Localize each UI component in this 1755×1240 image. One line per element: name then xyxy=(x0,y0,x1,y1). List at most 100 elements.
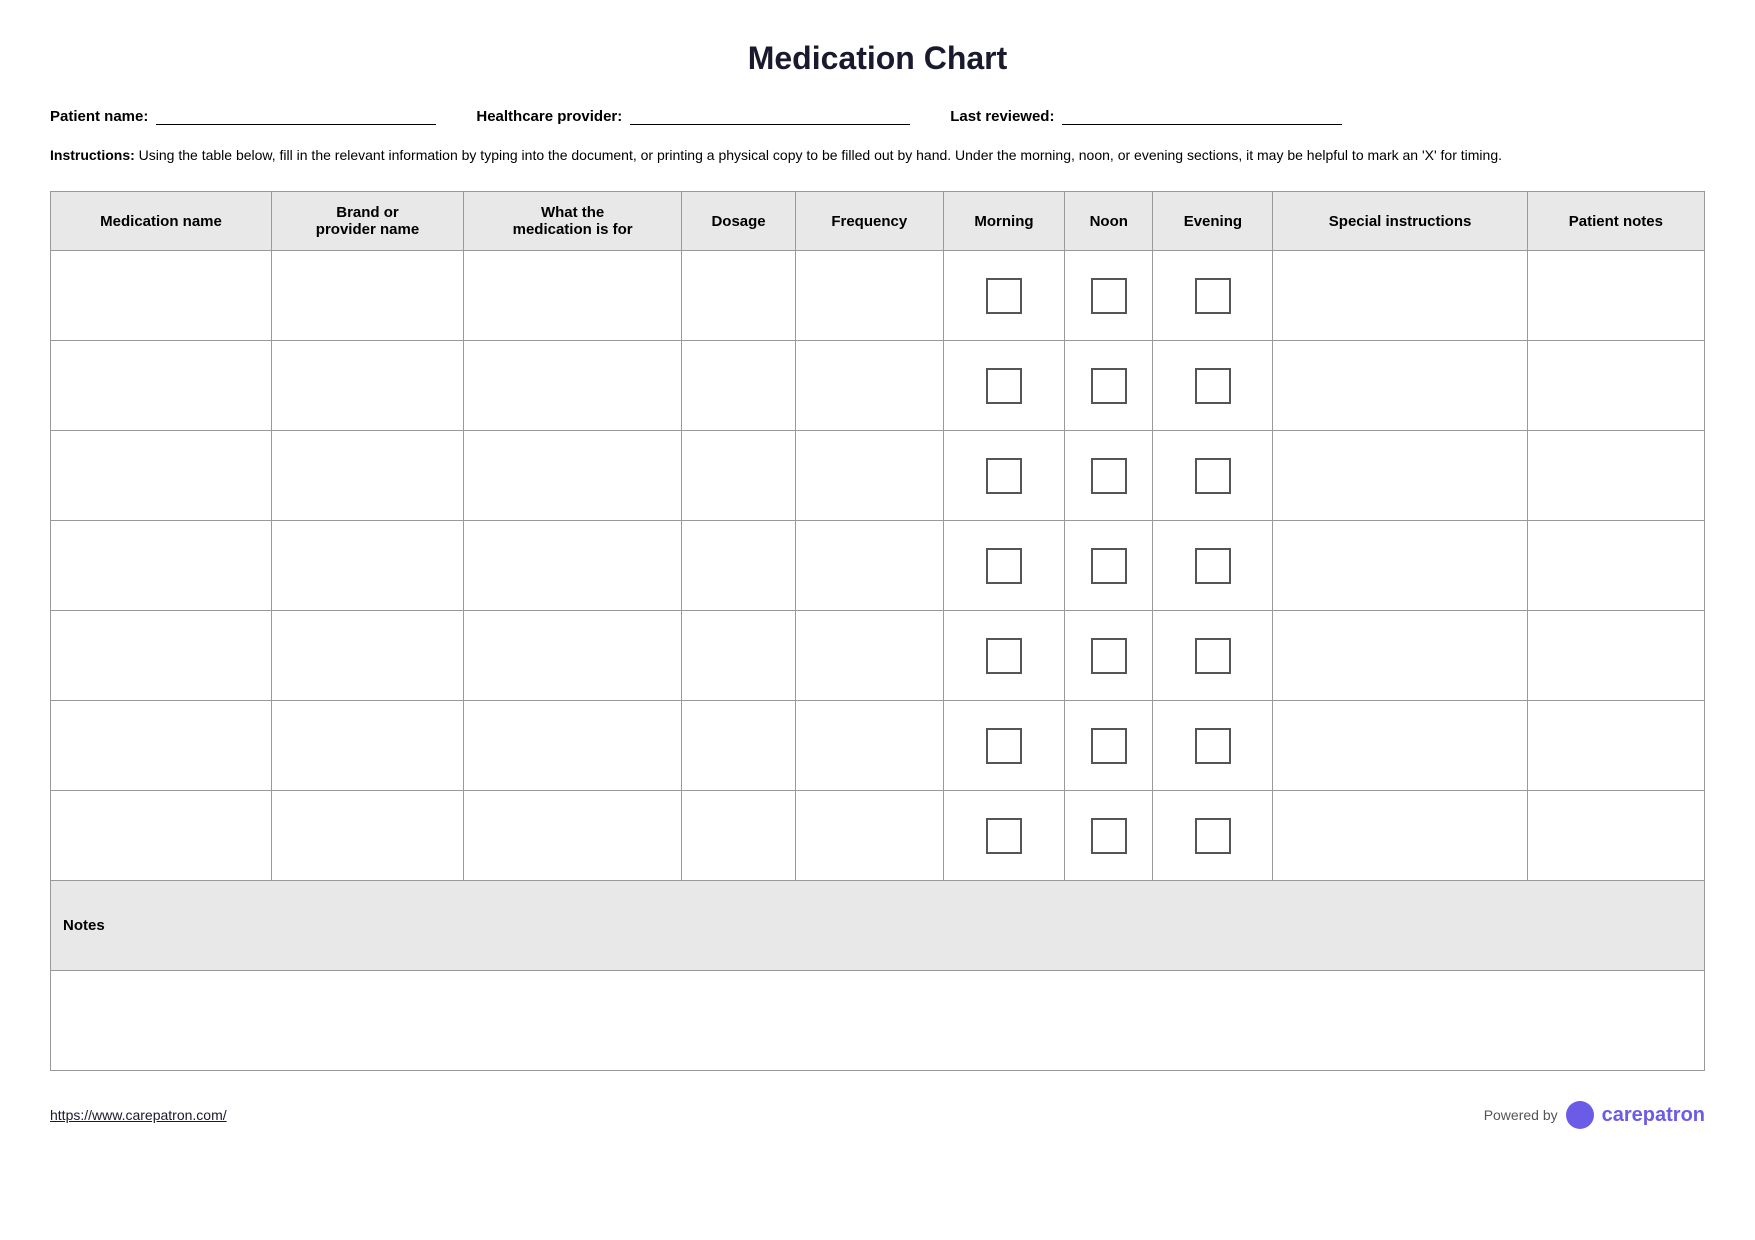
noon-checkbox[interactable] xyxy=(1091,458,1127,494)
morning-checkbox[interactable] xyxy=(986,368,1022,404)
cell-frequency[interactable] xyxy=(795,251,943,341)
cell-medication-name[interactable] xyxy=(51,611,272,701)
cell-brand-provider[interactable] xyxy=(272,791,464,881)
cell-patient-notes[interactable] xyxy=(1527,791,1704,881)
morning-checkbox[interactable] xyxy=(986,548,1022,584)
cell-special-instructions[interactable] xyxy=(1273,251,1527,341)
morning-checkbox[interactable] xyxy=(986,818,1022,854)
cell-medication-for[interactable] xyxy=(463,701,681,791)
cell-medication-name[interactable] xyxy=(51,341,272,431)
cell-medication-name[interactable] xyxy=(51,521,272,611)
cell-noon[interactable] xyxy=(1065,701,1153,791)
noon-checkbox[interactable] xyxy=(1091,728,1127,764)
cell-medication-for[interactable] xyxy=(463,251,681,341)
evening-checkbox[interactable] xyxy=(1195,548,1231,584)
healthcare-provider-field[interactable]: Healthcare provider: xyxy=(476,107,910,125)
cell-special-instructions[interactable] xyxy=(1273,791,1527,881)
morning-checkbox[interactable] xyxy=(986,278,1022,314)
healthcare-provider-line xyxy=(630,107,910,125)
noon-checkbox[interactable] xyxy=(1091,278,1127,314)
cell-frequency[interactable] xyxy=(795,611,943,701)
cell-medication-name[interactable] xyxy=(51,431,272,521)
notes-content-cell[interactable] xyxy=(51,971,1705,1071)
cell-frequency[interactable] xyxy=(795,701,943,791)
cell-special-instructions[interactable] xyxy=(1273,341,1527,431)
notes-label-row: Notes xyxy=(51,881,1705,971)
cell-morning[interactable] xyxy=(943,341,1064,431)
cell-medication-for[interactable] xyxy=(463,431,681,521)
cell-morning[interactable] xyxy=(943,791,1064,881)
cell-dosage[interactable] xyxy=(682,521,795,611)
cell-noon[interactable] xyxy=(1065,521,1153,611)
cell-evening[interactable] xyxy=(1153,341,1273,431)
evening-checkbox[interactable] xyxy=(1195,278,1231,314)
cell-dosage[interactable] xyxy=(682,791,795,881)
cell-evening[interactable] xyxy=(1153,701,1273,791)
cell-brand-provider[interactable] xyxy=(272,251,464,341)
evening-checkbox[interactable] xyxy=(1195,638,1231,674)
last-reviewed-field[interactable]: Last reviewed: xyxy=(950,107,1342,125)
cell-special-instructions[interactable] xyxy=(1273,431,1527,521)
table-row xyxy=(51,251,1705,341)
cell-special-instructions[interactable] xyxy=(1273,521,1527,611)
cell-brand-provider[interactable] xyxy=(272,611,464,701)
cell-evening[interactable] xyxy=(1153,791,1273,881)
carepatron-link[interactable]: https://www.carepatron.com/ xyxy=(50,1107,227,1123)
cell-frequency[interactable] xyxy=(795,341,943,431)
noon-checkbox[interactable] xyxy=(1091,818,1127,854)
cell-noon[interactable] xyxy=(1065,611,1153,701)
cell-patient-notes[interactable] xyxy=(1527,611,1704,701)
cell-brand-provider[interactable] xyxy=(272,341,464,431)
cell-patient-notes[interactable] xyxy=(1527,701,1704,791)
evening-checkbox[interactable] xyxy=(1195,728,1231,764)
cell-medication-name[interactable] xyxy=(51,251,272,341)
noon-checkbox[interactable] xyxy=(1091,638,1127,674)
evening-checkbox[interactable] xyxy=(1195,818,1231,854)
evening-checkbox[interactable] xyxy=(1195,368,1231,404)
cell-special-instructions[interactable] xyxy=(1273,611,1527,701)
cell-evening[interactable] xyxy=(1153,611,1273,701)
cell-morning[interactable] xyxy=(943,701,1064,791)
cell-medication-name[interactable] xyxy=(51,791,272,881)
cell-morning[interactable] xyxy=(943,431,1064,521)
cell-patient-notes[interactable] xyxy=(1527,521,1704,611)
cell-morning[interactable] xyxy=(943,251,1064,341)
cell-patient-notes[interactable] xyxy=(1527,341,1704,431)
cell-evening[interactable] xyxy=(1153,251,1273,341)
cell-dosage[interactable] xyxy=(682,701,795,791)
noon-checkbox[interactable] xyxy=(1091,548,1127,584)
cell-medication-for[interactable] xyxy=(463,791,681,881)
cell-medication-for[interactable] xyxy=(463,521,681,611)
cell-brand-provider[interactable] xyxy=(272,521,464,611)
morning-checkbox[interactable] xyxy=(986,458,1022,494)
morning-checkbox[interactable] xyxy=(986,638,1022,674)
cell-dosage[interactable] xyxy=(682,341,795,431)
cell-noon[interactable] xyxy=(1065,431,1153,521)
cell-frequency[interactable] xyxy=(795,431,943,521)
noon-checkbox[interactable] xyxy=(1091,368,1127,404)
cell-dosage[interactable] xyxy=(682,431,795,521)
cell-morning[interactable] xyxy=(943,611,1064,701)
cell-patient-notes[interactable] xyxy=(1527,251,1704,341)
cell-brand-provider[interactable] xyxy=(272,431,464,521)
table-row xyxy=(51,611,1705,701)
cell-noon[interactable] xyxy=(1065,341,1153,431)
evening-checkbox[interactable] xyxy=(1195,458,1231,494)
cell-morning[interactable] xyxy=(943,521,1064,611)
cell-dosage[interactable] xyxy=(682,251,795,341)
cell-medication-for[interactable] xyxy=(463,341,681,431)
cell-evening[interactable] xyxy=(1153,431,1273,521)
cell-evening[interactable] xyxy=(1153,521,1273,611)
cell-noon[interactable] xyxy=(1065,251,1153,341)
cell-dosage[interactable] xyxy=(682,611,795,701)
cell-brand-provider[interactable] xyxy=(272,701,464,791)
cell-medication-name[interactable] xyxy=(51,701,272,791)
cell-patient-notes[interactable] xyxy=(1527,431,1704,521)
cell-frequency[interactable] xyxy=(795,521,943,611)
cell-medication-for[interactable] xyxy=(463,611,681,701)
cell-special-instructions[interactable] xyxy=(1273,701,1527,791)
patient-name-field[interactable]: Patient name: xyxy=(50,107,436,125)
morning-checkbox[interactable] xyxy=(986,728,1022,764)
cell-noon[interactable] xyxy=(1065,791,1153,881)
cell-frequency[interactable] xyxy=(795,791,943,881)
